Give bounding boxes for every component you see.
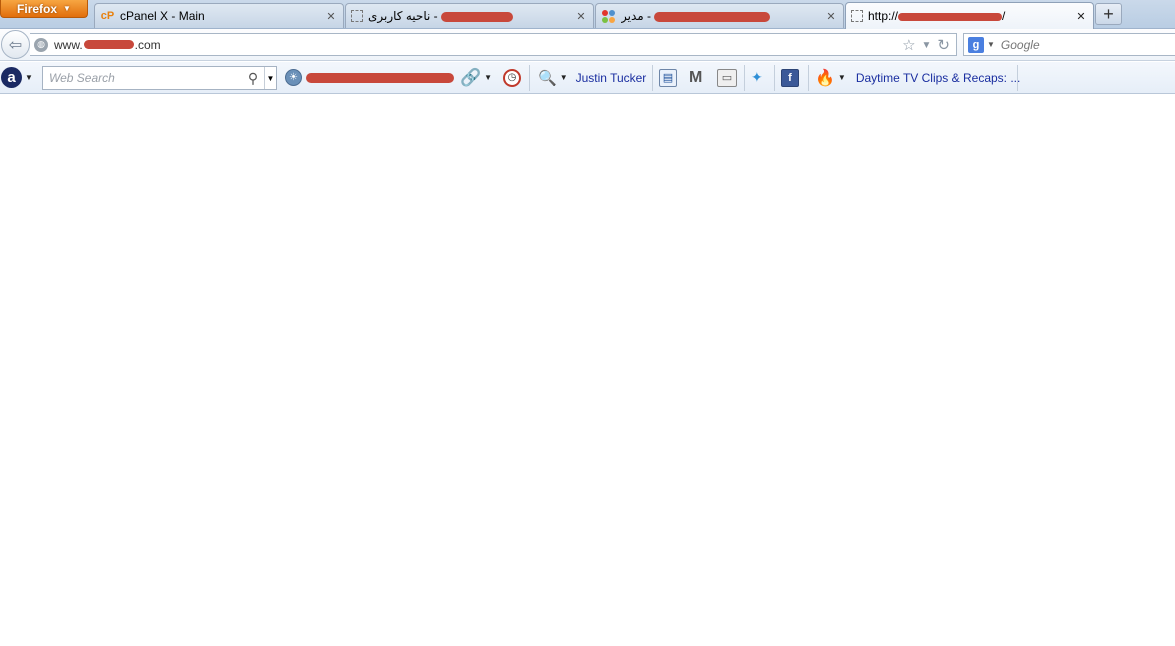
navigation-bar: ⇦ ◍ www. .com ☆ ▼ ↻ g ▼ Google bbox=[0, 29, 1175, 61]
tab-joomla-admin[interactable]: مدیر - ✕ bbox=[595, 3, 844, 28]
close-icon[interactable]: ✕ bbox=[325, 10, 337, 23]
mail-button[interactable]: M bbox=[689, 62, 702, 93]
url-text: www. .com bbox=[54, 38, 161, 52]
ask-logo-icon: a bbox=[1, 67, 22, 88]
toolbar-separator bbox=[1017, 65, 1018, 91]
chain-link-icon: 🔗 bbox=[460, 67, 482, 87]
plus-icon: + bbox=[1103, 3, 1114, 24]
tab-title: http:// bbox=[868, 9, 899, 23]
tab-title-suffix: / bbox=[1002, 9, 1006, 23]
redacted-mark bbox=[83, 40, 134, 49]
ask-menu[interactable]: a ▼ bbox=[1, 62, 33, 93]
tab-title: ناحیه کاربری - bbox=[368, 9, 441, 23]
close-icon[interactable]: ✕ bbox=[1075, 10, 1087, 23]
links-menu[interactable]: 🔗 ▼ bbox=[460, 62, 492, 93]
chevron-down-icon[interactable]: ▼ bbox=[922, 40, 932, 51]
chevron-down-icon[interactable]: ▼ bbox=[264, 67, 276, 89]
people-search[interactable]: 🔍 ▼ Justin Tucker bbox=[538, 62, 646, 93]
clipboard-button[interactable]: ▤ bbox=[659, 62, 677, 93]
toolbar-separator bbox=[774, 65, 775, 91]
contact-card-button[interactable]: ▭ bbox=[717, 62, 737, 93]
facebook-icon: f bbox=[781, 68, 799, 87]
weather-icon: ☀ bbox=[285, 69, 302, 86]
daytime-tv-link[interactable]: Daytime TV Clips & Recaps: ... bbox=[856, 71, 1021, 85]
close-icon[interactable]: ✕ bbox=[825, 10, 837, 23]
chevron-down-icon[interactable]: ▼ bbox=[987, 40, 995, 49]
toolbar-separator bbox=[652, 65, 653, 91]
toolbar-separator bbox=[744, 65, 745, 91]
firefox-menu-label: Firefox bbox=[17, 1, 58, 16]
sparkle-icon: ✦ bbox=[751, 69, 763, 85]
toolbar-separator bbox=[529, 65, 530, 91]
tab-title: cPanel X - Main bbox=[120, 9, 205, 23]
toolbar-separator bbox=[808, 65, 809, 91]
web-search-box[interactable]: Web Search ⚲ ▼ bbox=[42, 66, 277, 90]
search-bar[interactable]: g ▼ Google bbox=[963, 33, 1175, 56]
firefox-menu-button[interactable]: Firefox ▼ bbox=[0, 0, 88, 18]
weather-widget[interactable]: ☀ bbox=[285, 62, 454, 93]
redacted-mark bbox=[441, 11, 513, 22]
justin-tucker-link[interactable]: Justin Tucker bbox=[576, 71, 647, 85]
redacted-mark bbox=[654, 11, 771, 22]
redacted-mark bbox=[306, 72, 454, 83]
chevron-down-icon: ▼ bbox=[25, 73, 33, 82]
cpanel-icon: cP bbox=[100, 10, 115, 22]
ask-toolbar: a ▼ Web Search ⚲ ▼ ☀ 🔗 ▼ ◷ 🔍 ▼ Justin Tu… bbox=[0, 62, 1175, 94]
tab-title-wrap: مدیر - bbox=[621, 9, 819, 23]
new-tab-button[interactable]: + bbox=[1095, 3, 1122, 25]
search-input[interactable]: Google bbox=[1001, 38, 1040, 52]
page-content[interactable] bbox=[0, 95, 1175, 646]
chevron-down-icon: ▼ bbox=[837, 73, 846, 82]
tab-title-wrap: ناحیه کاربری - bbox=[368, 9, 569, 23]
stopwatch-icon: ◷ bbox=[503, 68, 521, 87]
joomla-icon bbox=[601, 9, 616, 24]
web-search-input[interactable]: Web Search bbox=[49, 71, 242, 85]
url-prefix: www. bbox=[54, 37, 83, 52]
tab-user-area[interactable]: ناحیه کاربری - ✕ bbox=[345, 3, 594, 28]
tab-title: مدیر - bbox=[621, 9, 655, 23]
blank-page-icon bbox=[351, 10, 363, 22]
reload-icon[interactable]: ↻ bbox=[937, 36, 950, 54]
redacted-mark bbox=[898, 12, 1003, 21]
url-suffix: .com bbox=[134, 37, 161, 52]
timer-button[interactable]: ◷ bbox=[503, 62, 521, 93]
facebook-button[interactable]: f bbox=[781, 62, 799, 93]
back-arrow-icon: ⇦ bbox=[8, 36, 23, 54]
blank-page-icon bbox=[851, 10, 863, 22]
chevron-down-icon: ▼ bbox=[559, 73, 568, 82]
bookmark-star-icon[interactable]: ☆ bbox=[902, 36, 915, 54]
id-card-icon: ▭ bbox=[717, 68, 737, 87]
daytime-tv-menu[interactable]: 🔥 ▼ Daytime TV Clips & Recaps: ... bbox=[815, 62, 1020, 93]
globe-icon: ◍ bbox=[34, 37, 48, 52]
tab-strip: Firefox ▼ cP cPanel X - Main ✕ ناحیه کار… bbox=[0, 0, 1175, 29]
chevron-down-icon: ▼ bbox=[63, 4, 71, 13]
chevron-down-icon: ▼ bbox=[484, 73, 493, 82]
close-icon[interactable]: ✕ bbox=[575, 10, 587, 23]
tab-title-wrap: http:// / bbox=[868, 9, 1069, 23]
magnifier-flame-icon: 🔍 bbox=[538, 69, 557, 87]
gmail-icon: M bbox=[689, 68, 703, 86]
sparkle-button[interactable]: ✦ bbox=[751, 62, 763, 93]
url-actions: ☆ ▼ ↻ bbox=[902, 36, 950, 54]
tab-cpanel[interactable]: cP cPanel X - Main ✕ bbox=[94, 3, 344, 28]
flame-icon: 🔥 bbox=[815, 69, 835, 87]
google-icon[interactable]: g bbox=[968, 36, 984, 53]
search-icon[interactable]: ⚲ bbox=[242, 70, 264, 87]
url-bar[interactable]: ◍ www. .com ☆ ▼ ↻ bbox=[30, 33, 957, 56]
clipboard-icon: ▤ bbox=[659, 68, 677, 87]
tab-current[interactable]: http:// / ✕ bbox=[845, 2, 1094, 29]
back-button[interactable]: ⇦ bbox=[1, 30, 30, 59]
